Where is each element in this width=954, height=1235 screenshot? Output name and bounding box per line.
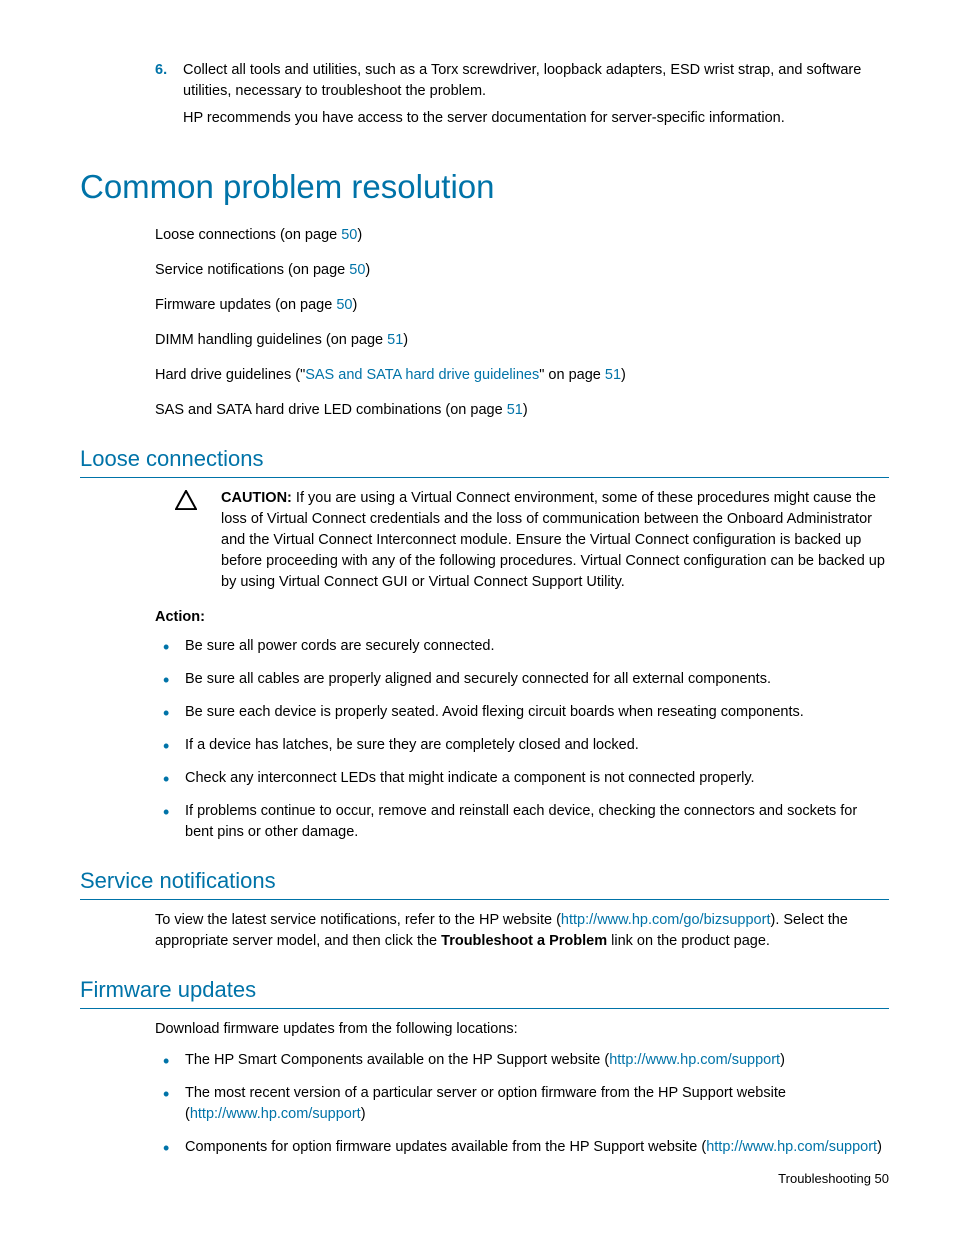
page-ref[interactable]: 51	[507, 402, 523, 418]
toc-loose-connections: Loose connections (on page 50)	[155, 225, 889, 246]
service-paragraph: To view the latest service notifications…	[155, 910, 889, 952]
step-text-2: HP recommends you have access to the ser…	[183, 108, 889, 129]
heading-loose-connections: Loose connections	[80, 443, 889, 478]
caution-label: CAUTION:	[221, 490, 292, 506]
heading-service-notifications: Service notifications	[80, 865, 889, 900]
page-ref[interactable]: 51	[605, 367, 621, 383]
step-number: 6.	[155, 60, 183, 135]
caution-text: If you are using a Virtual Connect envir…	[221, 490, 885, 590]
bold-troubleshoot: Troubleshoot a Problem	[441, 933, 607, 949]
toc-dimm-handling: DIMM handling guidelines (on page 51)	[155, 330, 889, 351]
list-item: Check any interconnect LEDs that might i…	[155, 768, 889, 789]
step-text-1: Collect all tools and utilities, such as…	[183, 60, 889, 102]
list-item: Be sure all power cords are securely con…	[155, 636, 889, 657]
heading-common-problem-resolution: Common problem resolution	[80, 163, 889, 211]
page-footer: Troubleshooting 50	[778, 1170, 889, 1189]
toc-hard-drive-guidelines: Hard drive guidelines ("SAS and SATA har…	[155, 365, 889, 386]
link-hp-support[interactable]: http://www.hp.com/support	[190, 1106, 361, 1122]
page-ref[interactable]: 51	[387, 332, 403, 348]
toc-sas-sata-led: SAS and SATA hard drive LED combinations…	[155, 400, 889, 421]
toc-service-notifications: Service notifications (on page 50)	[155, 260, 889, 281]
list-item: Be sure all cables are properly aligned …	[155, 669, 889, 690]
link-bizsupport[interactable]: http://www.hp.com/go/bizsupport	[561, 912, 771, 928]
link-hp-support[interactable]: http://www.hp.com/support	[706, 1139, 877, 1155]
firmware-list: The HP Smart Components available on the…	[155, 1050, 889, 1158]
caution-block: CAUTION: If you are using a Virtual Conn…	[175, 488, 889, 593]
list-item: If problems continue to occur, remove an…	[155, 801, 889, 843]
caution-icon	[175, 488, 221, 593]
list-item: The HP Smart Components available on the…	[155, 1050, 889, 1071]
list-item: Components for option firmware updates a…	[155, 1137, 889, 1158]
action-label: Action:	[155, 607, 889, 628]
link-hp-support[interactable]: http://www.hp.com/support	[609, 1052, 780, 1068]
heading-firmware-updates: Firmware updates	[80, 974, 889, 1009]
page-ref[interactable]: 50	[349, 262, 365, 278]
action-list: Be sure all power cords are securely con…	[155, 636, 889, 843]
firmware-intro: Download firmware updates from the follo…	[155, 1019, 889, 1040]
link-sas-sata-guidelines[interactable]: SAS and SATA hard drive guidelines	[305, 367, 539, 383]
list-item: If a device has latches, be sure they ar…	[155, 735, 889, 756]
numbered-step-6: 6. Collect all tools and utilities, such…	[80, 60, 889, 135]
page-ref[interactable]: 50	[341, 227, 357, 243]
list-item: The most recent version of a particular …	[155, 1083, 889, 1125]
step-body: Collect all tools and utilities, such as…	[183, 60, 889, 135]
list-item: Be sure each device is properly seated. …	[155, 702, 889, 723]
toc-firmware-updates: Firmware updates (on page 50)	[155, 295, 889, 316]
page-ref[interactable]: 50	[336, 297, 352, 313]
